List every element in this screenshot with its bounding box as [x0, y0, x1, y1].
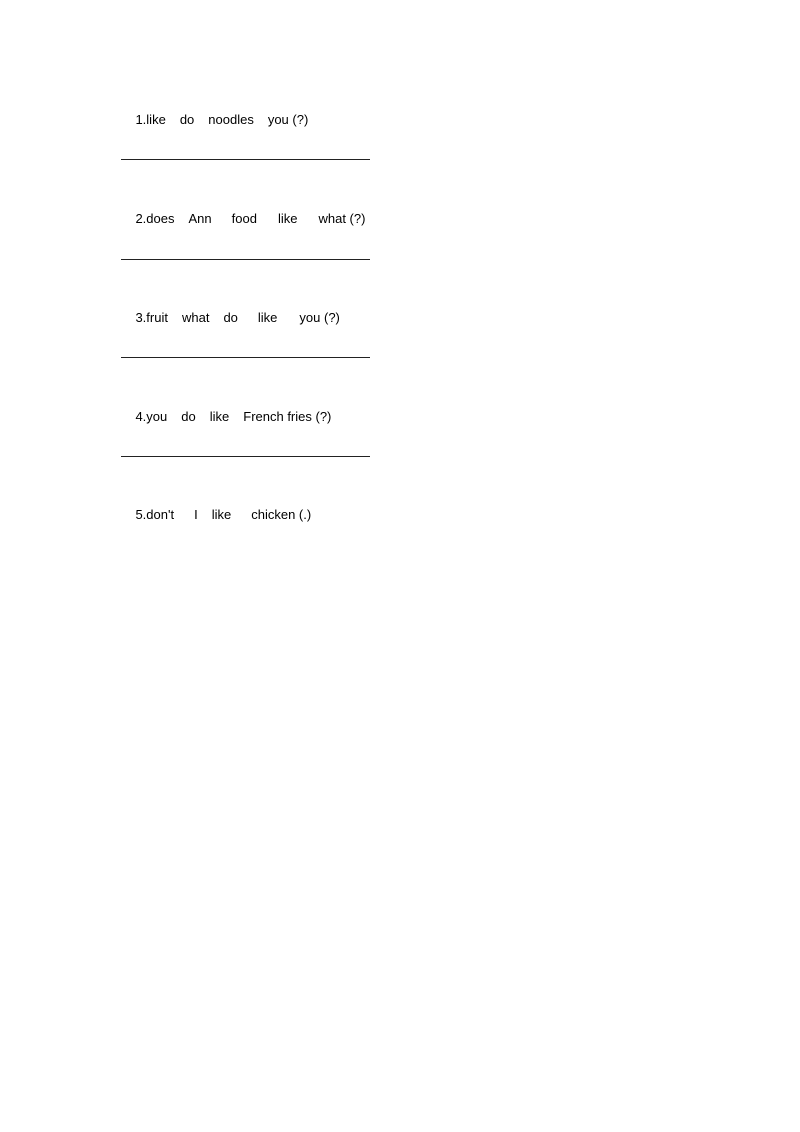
word: do: [179, 112, 195, 127]
word: fruit: [146, 310, 168, 325]
question-number: 3.: [135, 310, 147, 325]
word: does: [146, 211, 175, 226]
answer-line-2[interactable]: [121, 259, 370, 260]
word: like: [146, 112, 166, 127]
question-3: 3.fruit what do like you (?): [121, 294, 340, 342]
word: food: [231, 211, 257, 226]
question-number: 5.: [135, 507, 147, 522]
word: you (?): [299, 310, 340, 325]
word: don't: [146, 507, 175, 522]
answer-line-1[interactable]: [121, 159, 370, 160]
question-number: 2.: [135, 211, 147, 226]
word: like: [211, 507, 232, 522]
word: you (?): [267, 112, 309, 127]
word: do: [223, 310, 238, 325]
word: what (?): [318, 211, 366, 226]
word: French fries (?): [243, 409, 332, 424]
question-2: 2.does Ann food like what (?): [121, 195, 365, 243]
question-4: 4.you do like French fries (?): [121, 393, 331, 441]
word: you: [146, 409, 168, 424]
word: do: [181, 409, 196, 424]
question-number: 4.: [135, 409, 147, 424]
word: like: [257, 310, 278, 325]
word: like: [209, 409, 230, 424]
word: noodles: [208, 112, 254, 127]
question-1: 1.like do noodles you (?): [121, 96, 308, 144]
answer-line-4[interactable]: [121, 456, 370, 457]
word: I: [194, 507, 198, 522]
word: what: [181, 310, 210, 325]
answer-line-3[interactable]: [121, 357, 370, 358]
word: chicken (.): [251, 507, 312, 522]
question-5: 5.don't Ilike chicken (.): [121, 491, 311, 539]
question-number: 1.: [135, 112, 147, 127]
word: like: [277, 211, 298, 226]
word: Ann: [188, 211, 212, 226]
